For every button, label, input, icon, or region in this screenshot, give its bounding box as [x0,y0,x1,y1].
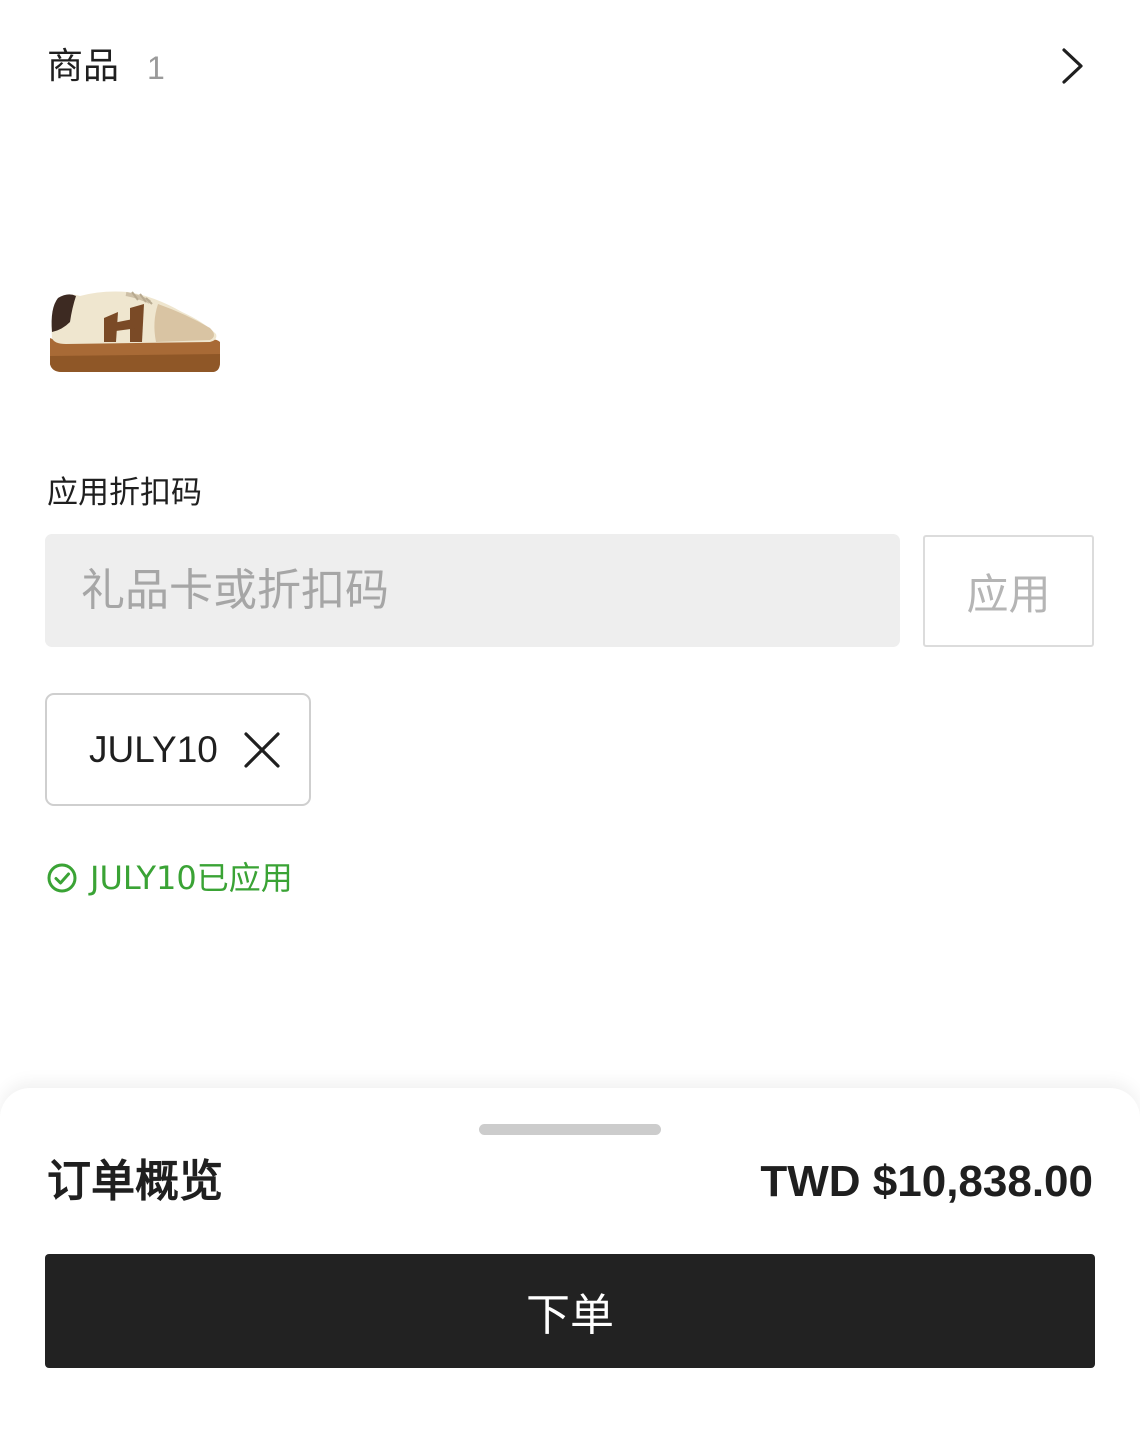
close-icon[interactable] [243,731,281,769]
items-title: 商品 [47,46,120,87]
product-image[interactable] [46,282,224,378]
drag-handle[interactable] [479,1124,661,1135]
check-circle-icon [47,863,77,893]
place-order-button[interactable]: 下单 [45,1254,1095,1368]
applied-notice: JULY10已应用 [46,856,293,900]
summary-title: 订单概览 [47,1156,223,1207]
discount-label: 应用折扣码 [47,475,202,511]
applied-code-chip: JULY10 [45,693,311,806]
items-header[interactable]: 商品 1 [0,30,1140,106]
applied-code-label: JULY10 [89,729,218,770]
apply-button[interactable]: 应用 [923,535,1094,647]
items-count: 1 [147,50,165,86]
applied-message: JULY10已应用 [90,859,293,897]
chevron-right-icon[interactable] [1054,46,1090,86]
discount-code-input[interactable] [45,534,900,647]
summary-total: TWD $10,838.00 [760,1157,1093,1206]
order-summary-sheet: 订单概览 TWD $10,838.00 下单 [0,1088,1140,1435]
